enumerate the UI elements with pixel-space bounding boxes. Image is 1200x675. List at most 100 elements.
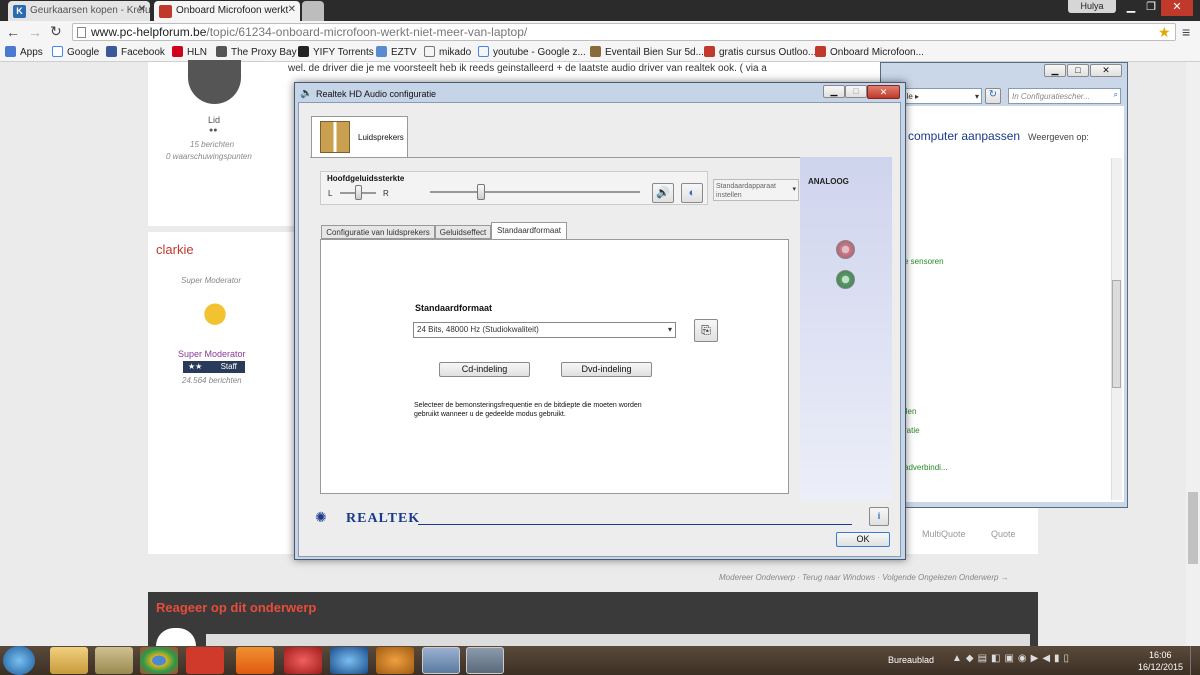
desktop-toolbar-label[interactable]: Bureaublad bbox=[888, 655, 934, 665]
control-panel-link[interactable]: adverbindi... bbox=[904, 463, 948, 472]
control-panel-heading: computer aanpassen bbox=[908, 129, 1021, 143]
green-jack-icon[interactable] bbox=[836, 270, 855, 289]
balance-thumb[interactable] bbox=[355, 185, 362, 200]
tab-speaker-configuration[interactable]: Configuratie van luidsprekers bbox=[321, 225, 435, 239]
control-panel-link[interactable]: e sensoren bbox=[904, 257, 944, 266]
search-input[interactable]: In Configuratiescher... ⌕ bbox=[1008, 88, 1121, 104]
default-format-panel bbox=[320, 239, 789, 494]
reply-title: Reageer op dit onderwerp bbox=[156, 600, 317, 615]
dvd-format-button[interactable]: Dvd-indeling bbox=[561, 362, 652, 377]
volume-slider[interactable] bbox=[430, 191, 640, 193]
reload-icon[interactable]: ↻ bbox=[50, 23, 62, 40]
bookmark-mikado[interactable]: mikado bbox=[424, 46, 471, 58]
maximize-window-icon[interactable]: ❐ bbox=[1141, 0, 1161, 16]
bookmark-cursus-outlook[interactable]: gratis cursus Outloo... bbox=[704, 46, 816, 58]
google-icon bbox=[478, 46, 489, 57]
clock-date[interactable]: 16/12/2015 bbox=[1138, 662, 1183, 672]
user-post-count: 15 berichten bbox=[190, 140, 235, 149]
tray-icons[interactable]: ▲◆▤◧▣◉▶◀▮▯ bbox=[952, 653, 1124, 667]
close-tab-icon[interactable]: ✕ bbox=[288, 4, 296, 15]
chrome-icon[interactable] bbox=[140, 647, 178, 674]
show-desktop-button[interactable] bbox=[1190, 646, 1200, 675]
staff-badge: ★★ Staff bbox=[183, 361, 245, 373]
master-volume-label: Hoofdgeluidssterkte bbox=[327, 174, 405, 183]
bookmark-youtube-google[interactable]: youtube - Google z... bbox=[478, 46, 586, 58]
volume-thumb[interactable] bbox=[477, 184, 485, 200]
explorer-icon[interactable] bbox=[50, 647, 88, 674]
user-profile-button[interactable]: Hulya bbox=[1068, 0, 1116, 13]
chevron-down-icon: ▾ bbox=[792, 186, 796, 193]
minimize-dialog-icon[interactable]: ▁ bbox=[823, 85, 845, 98]
earth-icon[interactable] bbox=[330, 647, 368, 674]
url-host: www.pc-helpforum.be bbox=[91, 25, 207, 39]
bookmark-onboard-microfoon[interactable]: Onboard Microfoon... bbox=[815, 46, 924, 58]
bookmark-hln[interactable]: HLN bbox=[172, 46, 207, 58]
tab-geurkaarsen[interactable]: K Geurkaarsen kopen - Kréfu ✕ bbox=[8, 1, 150, 21]
reset-format-button[interactable]: ⎘ bbox=[694, 319, 718, 342]
cd-format-button[interactable]: Cd-indeling bbox=[439, 362, 530, 377]
back-icon[interactable]: ← bbox=[6, 24, 20, 40]
control-panel-address[interactable]: ille ▸ ▾ bbox=[900, 88, 982, 104]
minimize-window-icon[interactable]: ▁ bbox=[1044, 64, 1066, 77]
ok-button[interactable]: OK bbox=[836, 532, 890, 547]
bookmark-google[interactable]: Google bbox=[52, 46, 99, 58]
quote-link[interactable]: Quote bbox=[991, 529, 1016, 539]
speaker-tab[interactable]: Luidsprekers bbox=[311, 116, 408, 158]
format-select-value: 24 Bits, 48000 Hz (Studiokwaliteit) bbox=[417, 325, 539, 334]
maximize-window-icon[interactable]: □ bbox=[1067, 64, 1089, 77]
realtek-task-icon[interactable] bbox=[466, 647, 504, 674]
address-bar[interactable]: www.pc-helpforum.be/topic/61234-onboard-… bbox=[72, 23, 1176, 41]
new-tab-button[interactable] bbox=[302, 1, 324, 21]
control-panel-link[interactable]: ratie bbox=[904, 426, 920, 435]
bookmark-eztv[interactable]: EZTV bbox=[376, 46, 417, 58]
tabs-baseline bbox=[310, 157, 800, 158]
clock-time[interactable]: 16:06 bbox=[1149, 650, 1172, 660]
topic-nav[interactable]: Modereer Onderwerp · Terug naar Windows … bbox=[719, 573, 1009, 582]
minimize-window-icon[interactable]: ▁ bbox=[1121, 0, 1141, 16]
forward-icon[interactable]: → bbox=[28, 24, 42, 40]
info-icon[interactable]: i bbox=[869, 507, 889, 526]
tab-onboard-microfoon[interactable]: Onboard Microfoon werkt ✕ bbox=[154, 1, 300, 21]
close-dialog-icon[interactable]: ✕ bbox=[867, 85, 900, 99]
close-window-icon[interactable]: ✕ bbox=[1161, 0, 1193, 16]
close-tab-icon[interactable]: ✕ bbox=[138, 4, 146, 15]
ball-icon[interactable] bbox=[376, 647, 414, 674]
bookmark-apps[interactable]: Apps bbox=[5, 46, 43, 58]
app-red-icon[interactable] bbox=[284, 647, 322, 674]
speakers-icon bbox=[320, 121, 350, 153]
youtube-icon[interactable] bbox=[186, 647, 224, 674]
user-warnings: 0 waarschuwingspunten bbox=[166, 152, 252, 161]
scrollbar-thumb[interactable] bbox=[1188, 492, 1198, 564]
mute-icon[interactable]: ◐ bbox=[681, 183, 703, 203]
multiquote-link[interactable]: MultiQuote bbox=[922, 529, 966, 539]
tab-sound-effects[interactable]: Geluidseffect bbox=[435, 225, 491, 239]
reply-editor[interactable] bbox=[206, 634, 1030, 646]
control-panel-scroll-thumb[interactable] bbox=[1112, 280, 1121, 388]
speaker-volume-icon[interactable]: 🔊 bbox=[652, 183, 674, 203]
vlc-icon[interactable] bbox=[236, 647, 274, 674]
menu-icon[interactable]: ≡ bbox=[1182, 24, 1190, 40]
refresh-icon[interactable]: ↻ bbox=[985, 88, 1001, 104]
bookmark-proxy-bay[interactable]: The Proxy Bay bbox=[216, 46, 297, 58]
bookmark-yify[interactable]: YIFY Torrents bbox=[298, 46, 374, 58]
bookmark-eventail[interactable]: Eventail Bien Sur 5d... bbox=[590, 46, 704, 58]
pink-jack-icon[interactable] bbox=[836, 240, 855, 259]
tab-default-format[interactable]: Standaardformaat bbox=[491, 222, 567, 240]
bookmark-facebook[interactable]: Facebook bbox=[106, 46, 165, 58]
poster-name[interactable]: clarkie bbox=[156, 242, 194, 257]
default-device-label: Standaardapparaat instellen bbox=[716, 183, 776, 199]
control-panel-task-icon[interactable] bbox=[422, 647, 460, 674]
start-button[interactable] bbox=[3, 646, 35, 675]
default-device-button[interactable]: Standaardapparaat instellen ▾ bbox=[713, 179, 799, 201]
chevron-down-icon: ▾ bbox=[974, 92, 979, 101]
bookmark-star-icon[interactable]: ★ bbox=[1158, 24, 1171, 41]
close-window-icon[interactable]: ✕ bbox=[1090, 64, 1122, 77]
staff-stars: ★★ bbox=[188, 362, 203, 371]
tab-label: Geurkaarsen kopen - Kréfu bbox=[30, 5, 150, 16]
tab-label: Onboard Microfoon werkt bbox=[176, 5, 289, 16]
mail-icon[interactable] bbox=[95, 647, 133, 674]
maximize-dialog-icon[interactable]: □ bbox=[845, 85, 867, 98]
moderator-avatar bbox=[198, 298, 232, 334]
format-select[interactable]: 24 Bits, 48000 Hz (Studiokwaliteit) ▾ bbox=[413, 322, 676, 338]
forum-favicon-icon bbox=[815, 46, 826, 57]
